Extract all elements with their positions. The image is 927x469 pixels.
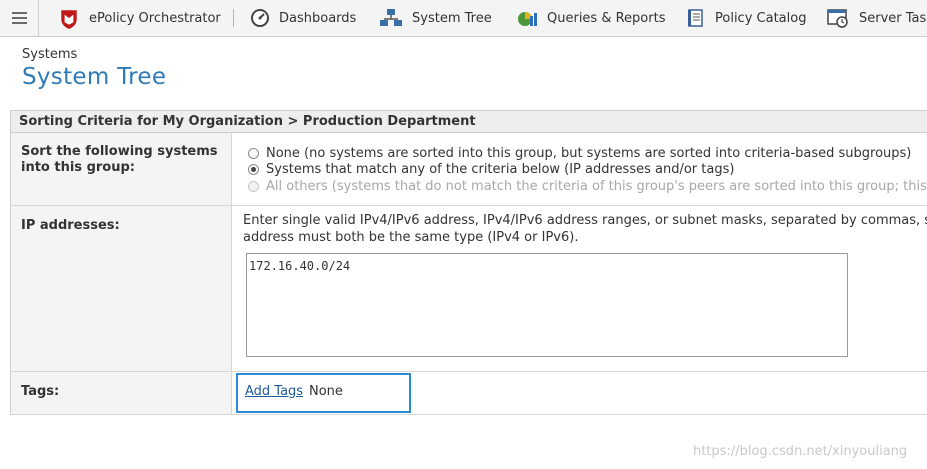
panel-header: Sorting Criteria for My Organization > P… xyxy=(11,111,927,133)
tags-value: None xyxy=(309,384,343,399)
add-tags-link[interactable]: Add Tags xyxy=(245,384,303,399)
mcafee-shield-icon xyxy=(61,10,77,29)
tags-label: Tags: xyxy=(11,372,232,414)
ip-hint-line: address must both be the same type (IPv4… xyxy=(243,230,579,245)
breadcrumb[interactable]: Systems xyxy=(22,47,77,62)
ip-addresses-row: IP addresses: Enter single valid IPv4/IP… xyxy=(11,206,927,372)
sort-option-match-criteria[interactable]: Systems that match any of the criteria b… xyxy=(248,161,734,177)
system-tree-icon xyxy=(380,9,402,26)
sort-criteria-row: Sort the following systems into this gro… xyxy=(11,133,927,206)
radio-match-criteria[interactable] xyxy=(248,163,259,175)
nav-item-server-task[interactable]: Server Task xyxy=(826,0,927,36)
sort-criteria-label: Sort the following systems into this gro… xyxy=(11,133,232,205)
ip-addresses-cell: Enter single valid IPv4/IPv6 address, IP… xyxy=(233,206,927,371)
nav-item-label: System Tree xyxy=(412,10,492,26)
radio-none[interactable] xyxy=(248,147,259,159)
sort-option-label: None (no systems are sorted into this gr… xyxy=(266,145,912,161)
nav-divider xyxy=(233,9,234,27)
sort-option-label: Systems that match any of the criteria b… xyxy=(266,161,735,177)
menu-icon[interactable] xyxy=(0,0,39,36)
sorting-criteria-panel: Sorting Criteria for My Organization > P… xyxy=(10,110,927,415)
nav-item-label: Policy Catalog xyxy=(715,10,807,26)
nav-item-label: Queries & Reports xyxy=(547,10,666,26)
ip-hint-line: Enter single valid IPv4/IPv6 address, IP… xyxy=(243,213,927,228)
nav-item-policy-catalog[interactable]: Policy Catalog xyxy=(686,0,806,36)
nav-item-label: Server Task xyxy=(859,10,927,26)
nav-item-label: ePolicy Orchestrator xyxy=(89,10,221,26)
sort-option-all-others: All others (systems that do not match th… xyxy=(248,178,927,194)
ip-addresses-hint: Enter single valid IPv4/IPv6 address, IP… xyxy=(243,212,927,246)
ip-addresses-label: IP addresses: xyxy=(11,206,232,371)
nav-item-system-tree[interactable]: System Tree xyxy=(379,0,492,36)
radio-all-others xyxy=(248,180,259,192)
sort-options: None (no systems are sorted into this gr… xyxy=(233,133,927,205)
sort-option-none[interactable]: None (no systems are sorted into this gr… xyxy=(248,145,911,161)
queries-reports-icon xyxy=(518,12,537,26)
dashboard-gauge-icon xyxy=(251,9,269,27)
nav-item-queries-reports[interactable]: Queries & Reports xyxy=(516,0,665,36)
sort-option-label: All others (systems that do not match th… xyxy=(266,178,927,194)
watermark: https://blog.csdn.net/xinyouliang xyxy=(693,444,908,459)
nav-item-epo[interactable]: ePolicy Orchestrator xyxy=(58,0,221,36)
top-navigation-bar: ePolicy Orchestrator Dashboards System T… xyxy=(0,0,927,37)
nav-item-label: Dashboards xyxy=(279,10,357,26)
tags-row: Tags: xyxy=(11,372,927,415)
server-task-icon xyxy=(827,9,848,28)
ip-addresses-input[interactable]: 172.16.40.0/24 xyxy=(246,253,848,357)
nav-item-dashboards[interactable]: Dashboards xyxy=(250,0,356,36)
page-title: System Tree xyxy=(22,64,167,90)
policy-catalog-icon xyxy=(688,9,703,27)
